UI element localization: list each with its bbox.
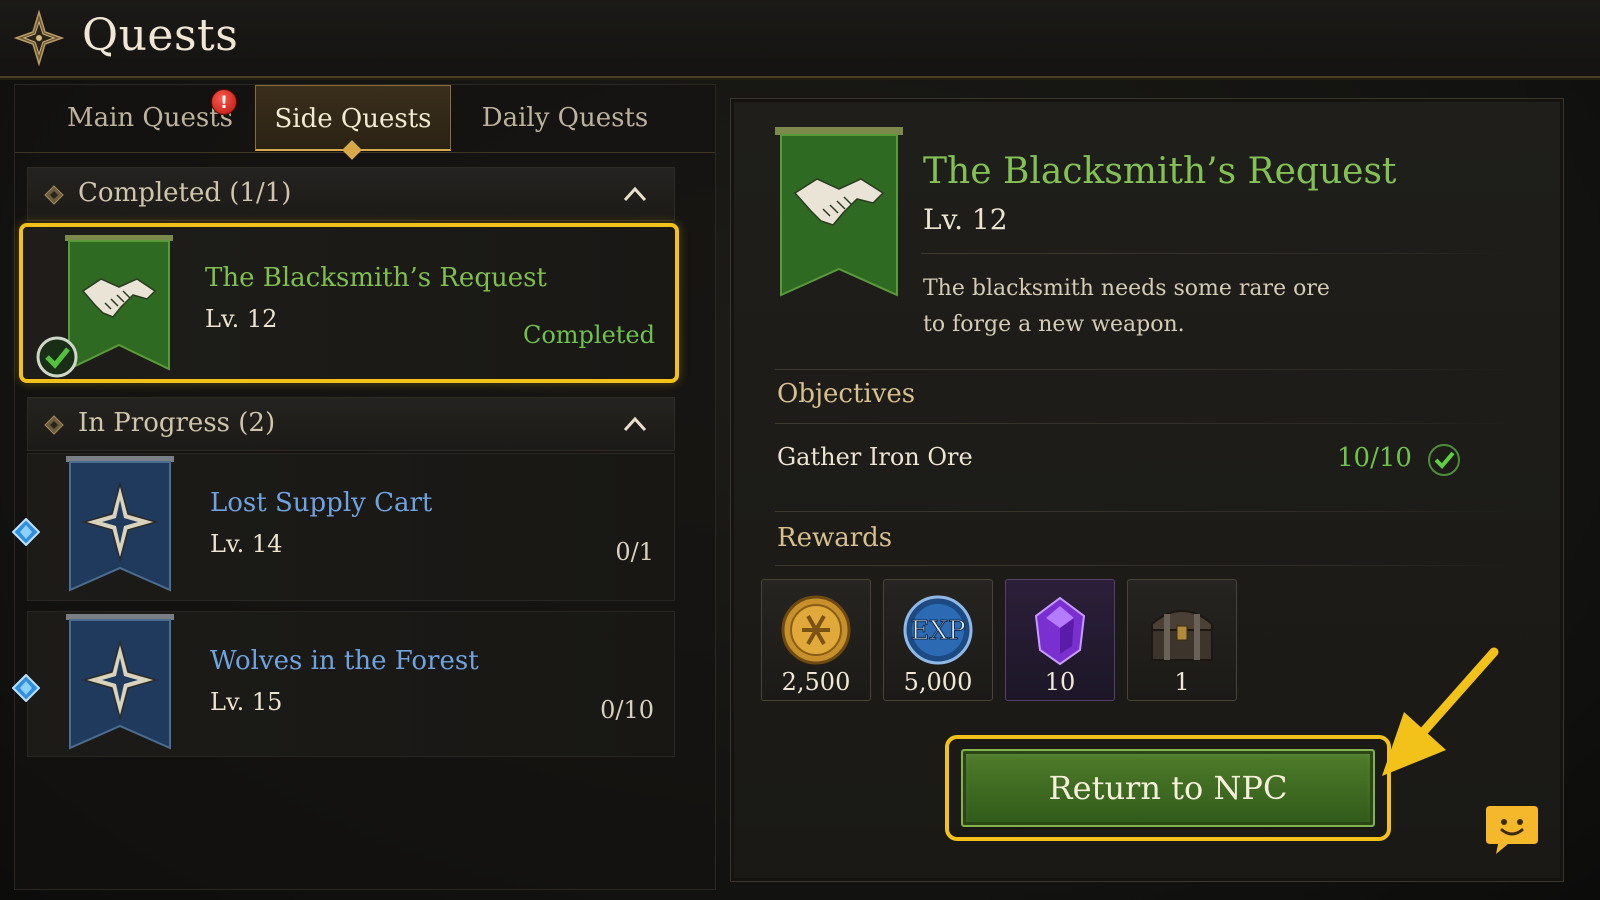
quest-card-blacksmiths-request[interactable]: The Blacksmith’s Request Lv. 12 Complete…: [19, 223, 679, 383]
detail-description: The blacksmith needs some rare ore to fo…: [923, 276, 1330, 337]
diamond-bullet-icon: [44, 185, 64, 205]
divider: [921, 253, 1511, 254]
return-to-npc-button[interactable]: Return to NPC: [961, 749, 1375, 827]
chat-assistant-icon[interactable]: [1484, 802, 1540, 856]
compass-star-icon: [14, 10, 64, 66]
page-title: Quests: [82, 10, 239, 61]
chevron-up-icon[interactable]: [622, 184, 648, 204]
treasure-chest-icon: [1151, 610, 1213, 661]
divider: [775, 511, 1513, 512]
quest-title: Lost Supply Cart: [210, 488, 433, 518]
quest-card-lost-supply-cart[interactable]: Lost Supply Cart Lv. 14 0/1: [12, 453, 675, 601]
reward-count: 1: [1174, 668, 1190, 696]
exp-orb-icon: EXP: [903, 595, 973, 665]
quest-title: The Blacksmith’s Request: [205, 263, 547, 293]
check-icon: [36, 336, 78, 378]
svg-text:EXP: EXP: [911, 616, 966, 646]
blue-diamond-marker-icon: [12, 674, 40, 702]
handshake-icon: [775, 127, 903, 297]
reward-gold[interactable]: 2,500: [761, 579, 871, 701]
chevron-up-icon[interactable]: [622, 414, 648, 434]
check-icon: [1428, 444, 1460, 476]
quest-status: Completed: [522, 321, 655, 349]
purple-gem-icon: [1034, 596, 1086, 666]
compass-star-icon: [66, 614, 174, 750]
detail-level: Lv. 12: [923, 203, 1008, 236]
quest-list-panel: Main Quests ! Side Quests Daily Quests C…: [12, 84, 716, 890]
diamond-bullet-icon: [44, 415, 64, 435]
gold-coin-icon: [781, 595, 851, 665]
objectives-heading: Objectives: [777, 379, 916, 409]
tab-daily-quests[interactable]: Daily Quests: [455, 85, 675, 151]
compass-star-icon: [66, 456, 174, 592]
objective-label: Gather Iron Ore: [777, 443, 973, 471]
quest-level: Lv. 14: [210, 530, 283, 558]
divider: [775, 423, 1513, 424]
reward-chest[interactable]: 1: [1127, 579, 1237, 701]
reward-count: 2,500: [781, 668, 851, 696]
alert-badge: !: [211, 89, 237, 115]
detail-title: The Blacksmith’s Request: [923, 151, 1397, 192]
divider: [775, 369, 1513, 370]
rewards-heading: Rewards: [777, 523, 893, 553]
reward-count: 10: [1044, 668, 1076, 696]
quest-tabs: Main Quests ! Side Quests Daily Quests: [15, 85, 715, 160]
quest-level: Lv. 12: [205, 305, 278, 333]
section-header-in-progress[interactable]: In Progress (2): [27, 397, 675, 451]
reward-exp[interactable]: EXP 5,000: [883, 579, 993, 701]
arrow-pointer-icon: [1382, 647, 1499, 776]
section-header-completed[interactable]: Completed (1/1): [27, 167, 675, 221]
quest-progress: 0/1: [615, 538, 654, 566]
quest-progress: 0/10: [600, 696, 654, 724]
section-label-in-progress: In Progress (2): [78, 408, 276, 438]
quest-title: Wolves in the Forest: [210, 646, 479, 676]
blue-diamond-marker-icon: [12, 518, 40, 546]
quest-card-wolves-in-the-forest[interactable]: Wolves in the Forest Lv. 15 0/10: [12, 611, 675, 757]
reward-gem[interactable]: 10: [1005, 579, 1115, 701]
quests-header: Quests: [0, 0, 1600, 78]
section-label-completed: Completed (1/1): [78, 178, 292, 208]
reward-count: 5,000: [903, 668, 973, 696]
objective-progress: 10/10: [1337, 443, 1412, 473]
quest-level: Lv. 15: [210, 688, 283, 716]
divider: [775, 565, 1513, 566]
